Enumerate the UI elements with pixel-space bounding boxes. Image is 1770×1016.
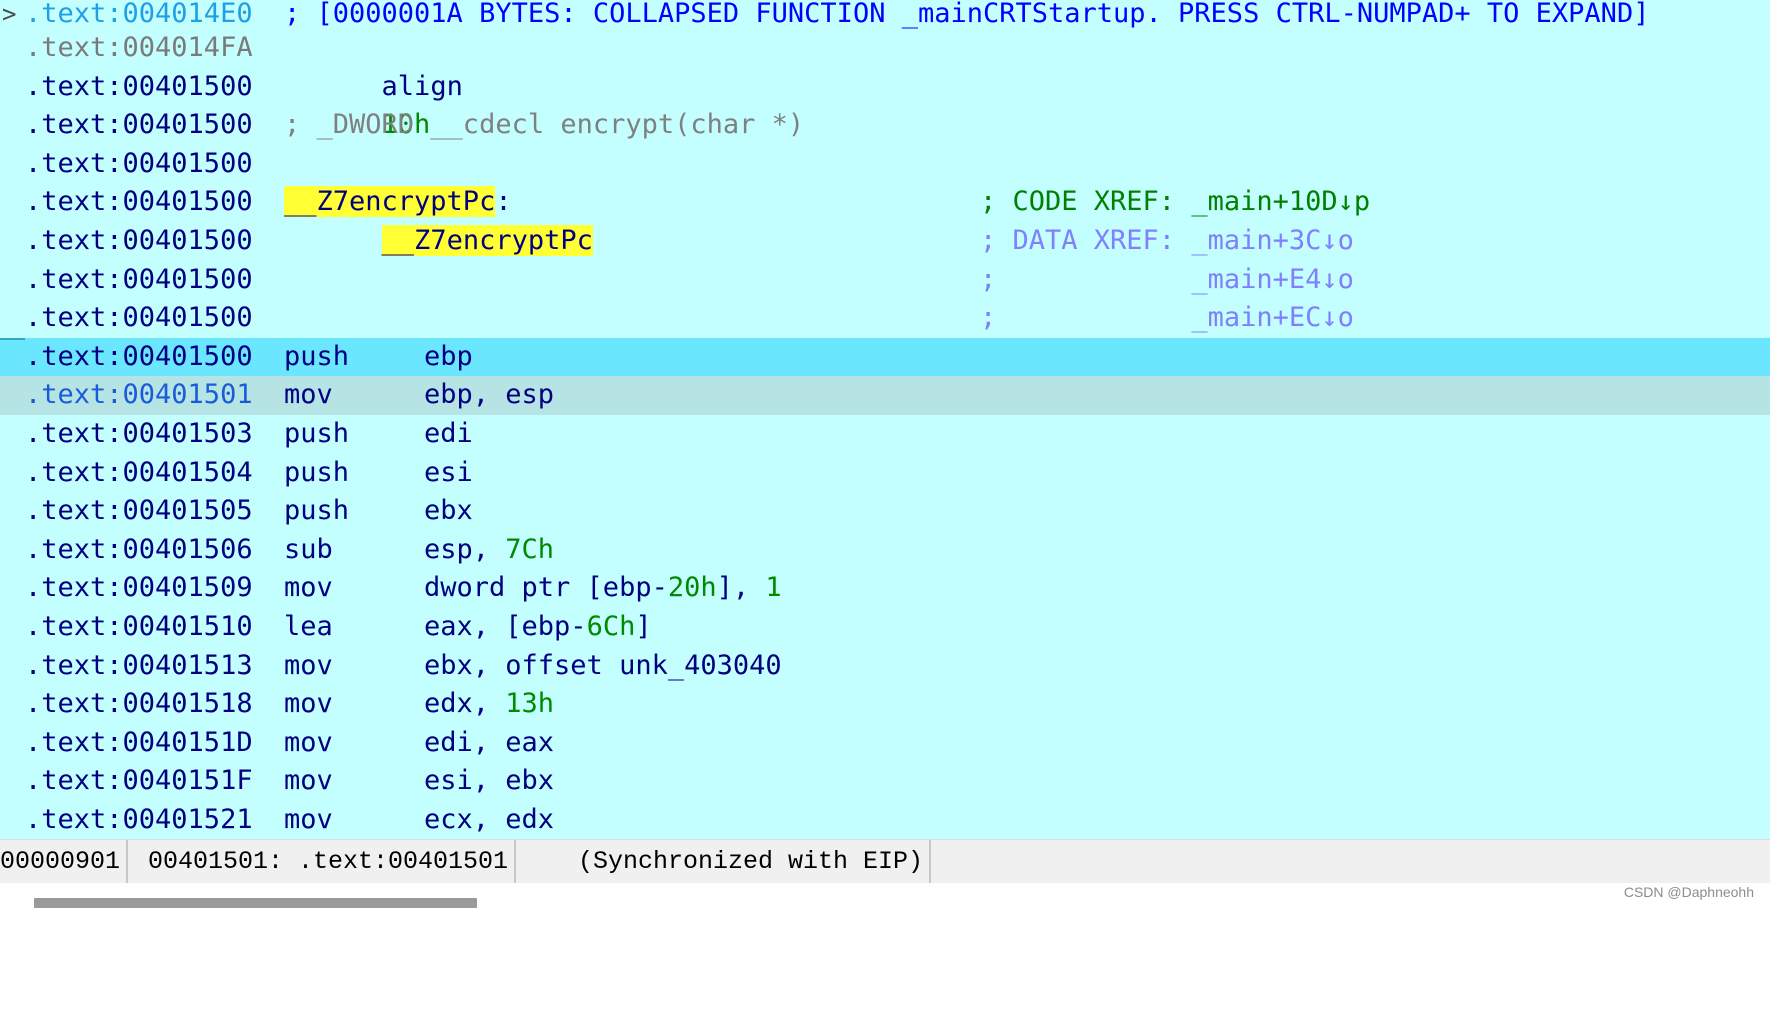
disasm-line-instruction[interactable]: .text:00401504 push esi xyxy=(0,454,1770,493)
disasm-line-instruction-selected[interactable]: .text:00401501 mov ebp, esp xyxy=(0,376,1770,415)
disasm-line-instruction[interactable]: .text:00401510 lea eax, [ebp-6Ch] xyxy=(0,608,1770,647)
disasm-line-instruction[interactable]: .text:00401503 push edi xyxy=(0,415,1770,454)
line-address[interactable]: .text:00401518 xyxy=(25,685,253,724)
mnemonic: push xyxy=(284,456,350,488)
line-address[interactable]: .text:00401500 xyxy=(25,145,253,184)
disasm-line-label[interactable]: .text:00401500 __Z7encryptPc: ; CODE XRE… xyxy=(0,183,1770,222)
operands[interactable]: edi xyxy=(424,415,473,454)
line-address[interactable]: .text:00401504 xyxy=(25,454,253,493)
operands[interactable]: ecx, edx xyxy=(424,801,554,839)
line-address[interactable]: .text:00401509 xyxy=(25,569,253,608)
mnemonic: mov xyxy=(284,572,333,604)
mnemonic: mov xyxy=(284,765,333,797)
disasm-line-xref[interactable]: .text:00401500 ; _main+E4↓o xyxy=(0,261,1770,300)
operand-number: 6Ch xyxy=(586,611,636,642)
disasm-line-instruction[interactable]: .text:00401513 mov ebx, offset unk_40304… xyxy=(0,647,1770,686)
disasm-line-instruction[interactable]: .text:0040151D mov edi, eax xyxy=(0,724,1770,763)
code-xref-comment[interactable]: ; CODE XREF: _main+10D↓p xyxy=(980,183,1370,222)
disasm-line-instruction[interactable]: .text:00401521 mov ecx, edx xyxy=(0,801,1770,839)
mnemonic: push xyxy=(284,340,350,372)
operands[interactable]: esi xyxy=(424,454,473,493)
data-xref-comment[interactable]: ; DATA XREF: _main+3C↓o xyxy=(980,222,1354,261)
operands[interactable]: ebp, esp xyxy=(424,376,554,415)
line-address[interactable]: .text:00401500 xyxy=(25,299,253,338)
line-address[interactable]: .text:00401501 xyxy=(25,376,253,415)
horizontal-scrollbar[interactable] xyxy=(0,883,1770,911)
operands[interactable]: ebx xyxy=(424,492,473,531)
disasm-line-instruction[interactable]: .text:00401509 mov dword ptr [ebp-20h], … xyxy=(0,569,1770,608)
mnemonic: push xyxy=(284,418,350,449)
line-address[interactable]: .text:00401506 xyxy=(25,531,253,570)
operand-number: 7Ch xyxy=(505,533,555,565)
line-address[interactable]: .text:00401500 xyxy=(25,261,253,300)
line-address[interactable]: .text:00401500 xyxy=(25,68,253,107)
line-address[interactable]: .text:0040151D xyxy=(25,724,253,763)
mnemonic: sub xyxy=(284,533,333,565)
mnemonic: mov xyxy=(284,649,333,681)
operands[interactable]: esp, xyxy=(424,534,505,565)
disasm-line-instruction[interactable]: .text:00401505 push ebx xyxy=(0,492,1770,531)
mnemonic: lea xyxy=(284,611,333,642)
data-xref-comment[interactable]: ; _main+E4↓o xyxy=(980,261,1354,300)
watermark: CSDN @Daphneohh xyxy=(1623,884,1754,900)
line-address[interactable]: .text:00401500 xyxy=(25,222,253,261)
line-address[interactable]: .text:00401510 xyxy=(25,608,253,647)
data-xref-comment[interactable]: ; _main+EC↓o xyxy=(980,299,1354,338)
line-address[interactable]: .text:00401500 xyxy=(25,183,253,222)
mnemonic: mov xyxy=(284,688,333,720)
operands[interactable]: esi, ebx xyxy=(424,762,554,801)
line-address[interactable]: .text:00401500 xyxy=(25,338,253,377)
disasm-line-instruction[interactable]: .text:0040151F mov esi, ebx xyxy=(0,762,1770,801)
line-address[interactable]: .text:0040151F xyxy=(25,762,253,801)
mnemonic: mov xyxy=(284,804,333,835)
status-bar: 00000901 00401501: .text:00401501 (Synch… xyxy=(0,839,1770,884)
operands-tail: ] xyxy=(635,611,652,642)
status-sync: (Synchronized with EIP) xyxy=(578,840,932,884)
disasm-line-xref[interactable]: .text:00401500 ; _main+EC↓o xyxy=(0,299,1770,338)
operand-number: 20h xyxy=(667,572,717,604)
line-address[interactable]: .text:00401503 xyxy=(25,415,253,454)
status-file-offset: 00000901 xyxy=(0,840,129,884)
function-label[interactable]: __Z7encryptPc xyxy=(284,186,496,218)
line-address[interactable]: .text:00401505 xyxy=(25,492,253,531)
mnemonic: push xyxy=(284,495,350,527)
disasm-line-xref[interactable]: .text:00401500 ; DATA XREF: _main+3C↓o xyxy=(0,222,1770,261)
mnemonic: mov xyxy=(284,726,333,758)
disasm-line-blank[interactable]: .text:00401500 xyxy=(0,68,1770,107)
line-address[interactable]: .text:00401521 xyxy=(25,801,253,839)
disasm-line-instruction[interactable]: .text:00401518 mov edx, 13h xyxy=(0,685,1770,724)
operand-number: 1 xyxy=(765,572,782,604)
operands-tail: ], xyxy=(716,572,766,604)
operands[interactable]: eax, [ebp- xyxy=(424,611,587,642)
status-location: 00401501: .text:00401501 xyxy=(148,840,517,884)
operands[interactable]: edi, eax xyxy=(424,724,554,763)
label-colon: : xyxy=(495,186,512,218)
prototype-comment: ; _DWORD __cdecl encrypt(char *) xyxy=(284,109,805,141)
disasm-line-align[interactable]: .text:004014FA align 10h xyxy=(0,29,1770,140)
line-address[interactable]: .text:00401513 xyxy=(25,647,253,686)
mnemonic: mov xyxy=(284,379,333,411)
operands[interactable]: edx, xyxy=(424,688,505,719)
scrollbar-thumb[interactable] xyxy=(34,898,477,908)
disasm-line-instruction-current[interactable]: .text:00401500 push ebp xyxy=(0,337,1770,377)
operand-number: 13h xyxy=(505,688,555,720)
operands[interactable]: ebx, offset unk_403040 xyxy=(424,647,782,686)
operands[interactable]: dword ptr [ebp- xyxy=(424,572,668,603)
ida-view[interactable]: > .text:004014E0 ; [0000001A BYTES: COLL… xyxy=(0,0,1770,839)
disasm-line-instruction[interactable]: .text:00401506 sub esp, 7Ch xyxy=(0,531,1770,570)
line-address[interactable]: .text:004014FA xyxy=(25,29,253,68)
disasm-line-public[interactable]: .text:00401500 public __Z7encryptPc xyxy=(0,145,1770,256)
operands[interactable]: ebp xyxy=(424,338,473,377)
line-address[interactable]: .text:00401500 xyxy=(25,106,253,145)
disasm-line-prototype[interactable]: .text:00401500 ; _DWORD __cdecl encrypt(… xyxy=(0,106,1770,145)
